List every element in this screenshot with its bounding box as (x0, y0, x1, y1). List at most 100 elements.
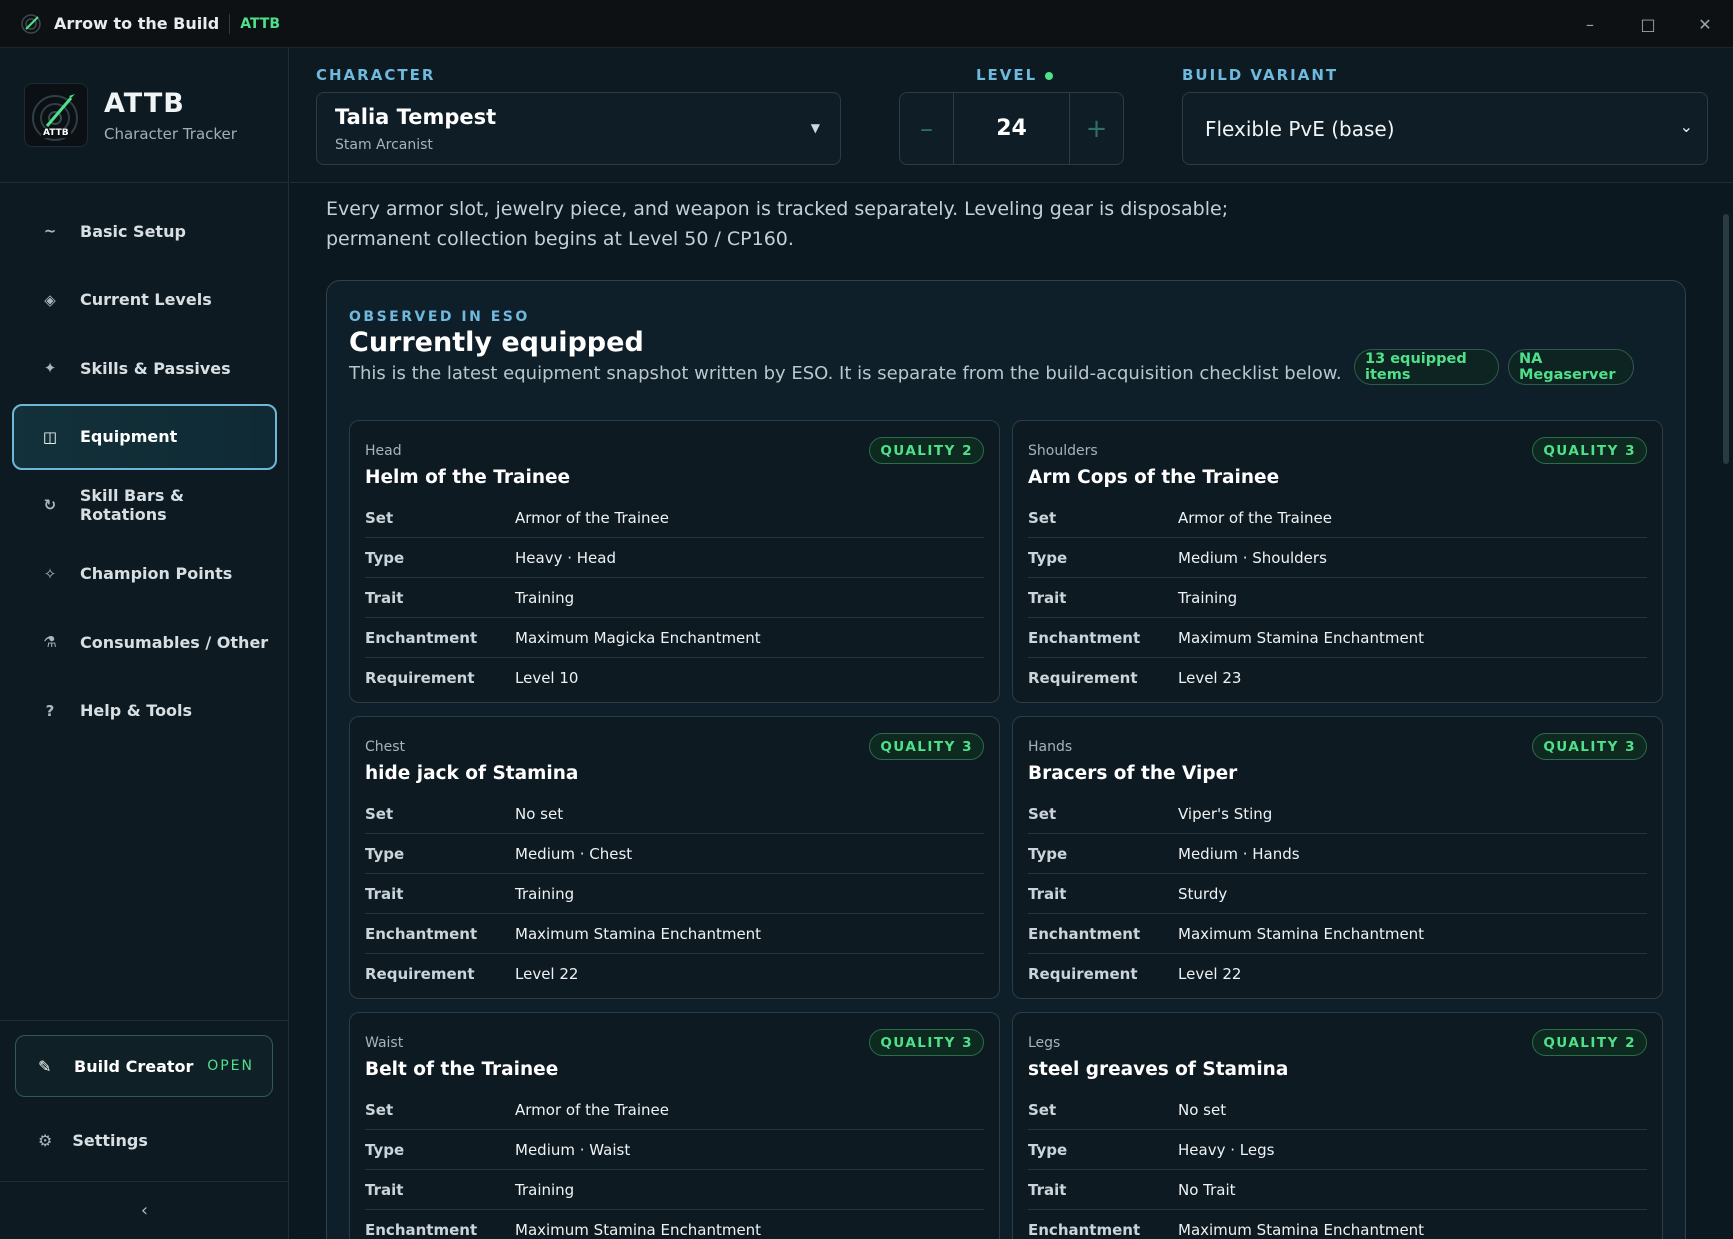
row-label: Enchantment (1028, 628, 1141, 647)
item-name: Belt of the Trainee (365, 1059, 559, 1080)
flask-icon: ⚗ (43, 633, 57, 651)
character-header: CHARACTER Talia Tempest Stam Arcanist ▼ … (290, 48, 1733, 183)
row-value: Maximum Stamina Enchantment (1178, 628, 1425, 647)
build-variant-label: BUILD VARIANT (1182, 66, 1339, 84)
row-label: Enchantment (1028, 1221, 1141, 1239)
sidebar-item-current-levels[interactable]: ◈ Current Levels (12, 267, 277, 333)
slot-name: Shoulders (1028, 443, 1098, 459)
character-class: Stam Arcanist (335, 137, 433, 153)
sidebar-item-help-tools[interactable]: ? Help & Tools (12, 678, 277, 744)
brand-name: ATTB (104, 87, 185, 119)
level-increment-button[interactable]: + (1070, 93, 1123, 164)
pencil-icon: ✎ (38, 1056, 52, 1076)
row-value: No set (515, 804, 564, 823)
row-value: No set (1178, 1100, 1227, 1119)
currently-equipped-panel: OBSERVED IN ESO Currently equipped This … (326, 280, 1686, 1239)
row-label: Enchantment (365, 924, 478, 943)
equipment-card-hands: Hands Bracers of the Viper QUALITY 3 Set… (1012, 716, 1663, 999)
help-icon: ? (45, 701, 55, 720)
star-icon: ✧ (43, 564, 57, 583)
sidebar-item-label: Current Levels (80, 290, 212, 309)
row-value: No Trait (1178, 1180, 1236, 1199)
maximize-button[interactable]: □ (1620, 0, 1676, 48)
quality-badge: QUALITY 3 (869, 1029, 984, 1056)
build-creator-button[interactable]: ✎ Build Creator OPEN (15, 1035, 273, 1097)
type-row: Type Medium · Shoulders (1028, 538, 1647, 578)
trait-row: Trait No Trait (1028, 1170, 1647, 1210)
level-status-dot (1045, 71, 1054, 80)
slot-name: Chest (365, 739, 406, 755)
rotate-icon: ↻ (43, 496, 57, 514)
equipped-count-badge: 13 equipped items (1354, 349, 1499, 385)
row-value: Maximum Magicka Enchantment (515, 628, 761, 647)
quality-badge: QUALITY 2 (869, 437, 984, 464)
row-label: Trait (365, 588, 404, 607)
app-logo-icon (20, 13, 42, 35)
character-select[interactable]: Talia Tempest Stam Arcanist ▼ (316, 92, 841, 165)
equipment-card-head: Head Helm of the Trainee QUALITY 2 Set Ar… (349, 420, 1000, 703)
row-value: Medium · Hands (1178, 844, 1300, 863)
equipment-card-waist: Waist Belt of the Trainee QUALITY 3 Set A… (349, 1012, 1000, 1239)
type-row: Type Heavy · Legs (1028, 1130, 1647, 1170)
slot-name: Hands (1028, 739, 1073, 755)
sidebar-item-champion-points[interactable]: ✧ Champion Points (12, 541, 277, 607)
gear-icon: ⚙ (38, 1131, 53, 1150)
requirement-row: Requirement Level 22 (1028, 954, 1647, 994)
set-row: Set Armor of the Trainee (1028, 498, 1647, 538)
settings-button[interactable]: ⚙ Settings (38, 1131, 148, 1150)
enchantment-row: Enchantment Maximum Stamina Enchantment (1028, 1210, 1647, 1239)
type-row: Type Heavy · Head (365, 538, 984, 578)
brand-logo-icon: ATTB (24, 83, 88, 147)
title-divider (229, 13, 231, 34)
set-row: Set Viper's Sting (1028, 794, 1647, 834)
character-name: Talia Tempest (335, 105, 497, 129)
row-label: Set (365, 1100, 394, 1119)
quality-badge: QUALITY 3 (1532, 733, 1647, 760)
build-variant-value: Flexible PvE (base) (1205, 117, 1395, 141)
level-label: LEVEL (976, 66, 1054, 84)
level-value[interactable]: 24 (953, 93, 1070, 164)
quality-badge: QUALITY 3 (869, 733, 984, 760)
equipment-card-chest: Chest hide jack of Stamina QUALITY 3 Set… (349, 716, 1000, 999)
panel-title: Currently equipped (349, 327, 644, 358)
collapse-sidebar-button[interactable]: ‹ (0, 1181, 289, 1239)
row-label: Set (365, 508, 394, 527)
panel-eyebrow: OBSERVED IN ESO (349, 309, 530, 325)
row-value: Medium · Chest (515, 844, 633, 863)
sidebar-footer: ✎ Build Creator OPEN ⚙ Settings (0, 1020, 289, 1150)
close-button[interactable]: ✕ (1677, 0, 1733, 48)
row-label: Trait (1028, 884, 1067, 903)
window-badge: ATTB (240, 15, 281, 32)
sidebar-item-basic-setup[interactable]: ~ Basic Setup (12, 198, 277, 264)
row-value: Maximum Stamina Enchantment (1178, 924, 1425, 943)
brand-logo-text: ATTB (41, 128, 71, 138)
sidebar-item-consumables[interactable]: ⚗ Consumables / Other (12, 609, 277, 675)
row-value: Level 22 (1178, 965, 1242, 983)
enchantment-row: Enchantment Maximum Stamina Enchantment (365, 1210, 984, 1239)
scrollbar-thumb[interactable] (1723, 214, 1729, 464)
minimize-button[interactable]: – (1562, 0, 1618, 48)
trait-row: Trait Training (365, 1170, 984, 1210)
row-label: Enchantment (365, 628, 478, 647)
row-value: Viper's Sting (1178, 804, 1273, 823)
sidebar-item-skill-bars[interactable]: ↻ Skill Bars & Rotations (12, 472, 277, 538)
sidebar-item-equipment[interactable]: ◫ Equipment (12, 403, 277, 470)
row-value: Armor of the Trainee (1178, 508, 1332, 527)
sidebar-item-label: Equipment (80, 427, 178, 446)
brand: ATTB ATTB Character Tracker (0, 48, 288, 183)
row-value: Armor of the Trainee (515, 508, 669, 527)
level-decrement-button[interactable]: – (900, 93, 953, 164)
type-row: Type Medium · Hands (1028, 834, 1647, 874)
row-label: Enchantment (1028, 924, 1141, 943)
item-name: steel greaves of Stamina (1028, 1059, 1289, 1080)
item-name: Helm of the Trainee (365, 467, 571, 488)
requirement-row: Requirement Level 22 (365, 954, 984, 994)
main-scrollbar[interactable] (1719, 184, 1733, 1239)
row-value: Medium · Waist (515, 1140, 631, 1159)
row-label: Set (1028, 508, 1057, 527)
item-name: Bracers of the Viper (1028, 763, 1238, 784)
build-variant-select[interactable]: Flexible PvE (base) ⌄ (1182, 92, 1708, 165)
settings-label: Settings (72, 1131, 148, 1150)
sidebar-item-skills-passives[interactable]: ✦ Skills & Passives (12, 335, 277, 401)
sparkle-icon: ✦ (43, 359, 57, 377)
